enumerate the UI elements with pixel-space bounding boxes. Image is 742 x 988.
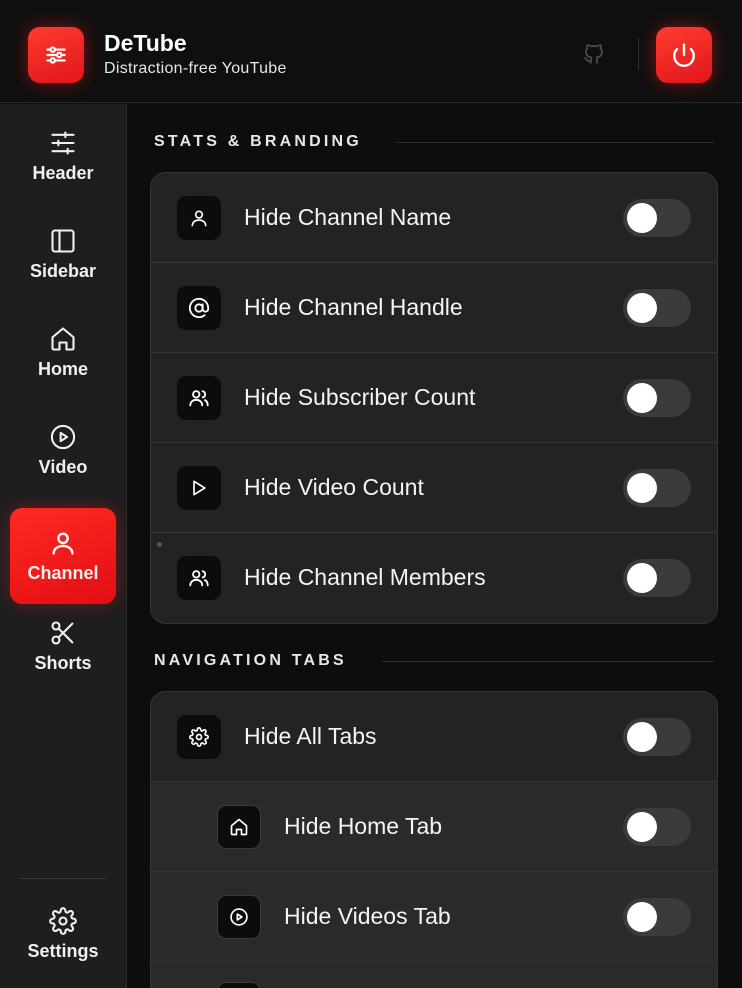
user-icon xyxy=(49,529,77,557)
setting-row: Hide Video Count xyxy=(151,443,717,533)
setting-label: Hide Channel Name xyxy=(244,204,452,230)
sidebar-panel-icon xyxy=(49,227,77,255)
sidebar-item-label: Shorts xyxy=(34,652,92,673)
toggle-knob xyxy=(627,203,657,233)
setting-label: Hide Channel Members xyxy=(244,564,486,590)
sidebar-item-header[interactable]: Header xyxy=(10,108,116,204)
section-divider xyxy=(396,142,714,143)
at-icon xyxy=(177,286,221,330)
setting-label: Hide Videos Tab xyxy=(284,903,451,929)
row-icon-partial xyxy=(217,982,261,988)
toggle-knob xyxy=(627,902,657,932)
section-title: STATS & BRANDING xyxy=(154,133,362,150)
sidebar-item-label: Header xyxy=(32,162,94,183)
home-icon xyxy=(217,805,261,849)
logo-button[interactable] xyxy=(28,27,84,83)
setting-row: Hide Channel Name xyxy=(151,173,717,263)
toggle-knob xyxy=(627,473,657,503)
toggle-switch[interactable] xyxy=(623,559,691,597)
setting-row: Hide Channel Handle xyxy=(151,263,717,353)
setting-row: Hide All Tabs xyxy=(151,692,717,782)
toggle-knob xyxy=(627,383,657,413)
github-link[interactable] xyxy=(578,38,610,70)
user-icon xyxy=(177,196,221,240)
sidebar-item-shorts[interactable]: Shorts xyxy=(10,598,116,694)
sidebar-item-label: Settings xyxy=(27,940,99,961)
sidebar-nav: Header Sidebar Home Video Channel Shorts… xyxy=(0,104,127,988)
home-icon xyxy=(49,325,77,353)
sidebar-item-label: Home xyxy=(37,358,88,379)
app-title: DeTube xyxy=(104,30,187,56)
app-header: DeTube Distraction-free YouTube xyxy=(0,0,742,103)
power-icon xyxy=(671,42,697,68)
sidebar-item-video[interactable]: Video xyxy=(10,402,116,498)
users-icon xyxy=(177,556,221,600)
toggle-switch[interactable] xyxy=(623,898,691,936)
app-subtitle: Distraction-free YouTube xyxy=(104,60,287,77)
setting-row: Hide Videos Tab xyxy=(151,872,717,962)
sliders-icon xyxy=(49,129,77,157)
toggle-switch[interactable] xyxy=(623,289,691,327)
setting-row: Hide Channel Members xyxy=(151,533,717,623)
users-icon xyxy=(177,376,221,420)
toggle-switch[interactable] xyxy=(623,808,691,846)
gear-icon xyxy=(177,715,221,759)
setting-label: Hide Home Tab xyxy=(284,813,443,839)
sidebar-item-settings[interactable]: Settings xyxy=(10,886,116,982)
toggle-knob xyxy=(627,722,657,752)
github-icon xyxy=(582,42,606,66)
gear-icon xyxy=(49,906,77,935)
toggle-switch[interactable] xyxy=(623,379,691,417)
sidebar-item-sidebar[interactable]: Sidebar xyxy=(10,206,116,302)
setting-label: Hide Channel Handle xyxy=(244,294,463,320)
play-circle-icon xyxy=(217,895,261,939)
sidebar-item-label: Video xyxy=(38,456,88,477)
toggle-switch[interactable] xyxy=(623,199,691,237)
sidebar-item-channel[interactable]: Channel xyxy=(10,508,116,604)
toggle-knob xyxy=(627,293,657,323)
toggle-knob xyxy=(627,812,657,842)
setting-label: Hide All Tabs xyxy=(244,723,377,749)
section-title: NAVIGATION TABS xyxy=(154,652,347,669)
setting-row: Hide Home Tab xyxy=(151,782,717,872)
scissors-icon xyxy=(49,619,77,647)
play-circle-icon xyxy=(49,423,77,451)
setting-label: Hide Subscriber Count xyxy=(244,384,476,410)
setting-label: Hide Video Count xyxy=(244,474,424,500)
settings-card-tabs: Hide All Tabs Hide Home Tab Hide Videos … xyxy=(150,691,718,988)
setting-row: Hide Subscriber Count xyxy=(151,353,717,443)
sidebar-divider xyxy=(20,878,106,879)
power-button[interactable] xyxy=(656,27,712,83)
main-content: STATS & BRANDING Hide Channel Name Hide … xyxy=(128,104,742,988)
sidebar-item-label: Channel xyxy=(27,562,99,583)
toggle-switch[interactable] xyxy=(623,469,691,507)
setting-row-partial xyxy=(151,962,717,988)
sidebar-item-label: Sidebar xyxy=(29,260,97,281)
toggle-switch[interactable] xyxy=(623,718,691,756)
play-icon xyxy=(177,466,221,510)
decorative-dot xyxy=(157,542,162,547)
section-divider xyxy=(382,661,714,662)
toggle-knob xyxy=(627,563,657,593)
settings-card-stats: Hide Channel Name Hide Channel Handle Hi… xyxy=(150,172,718,624)
header-divider xyxy=(638,38,639,70)
sidebar-item-home[interactable]: Home xyxy=(10,304,116,400)
sliders-icon xyxy=(43,42,69,68)
